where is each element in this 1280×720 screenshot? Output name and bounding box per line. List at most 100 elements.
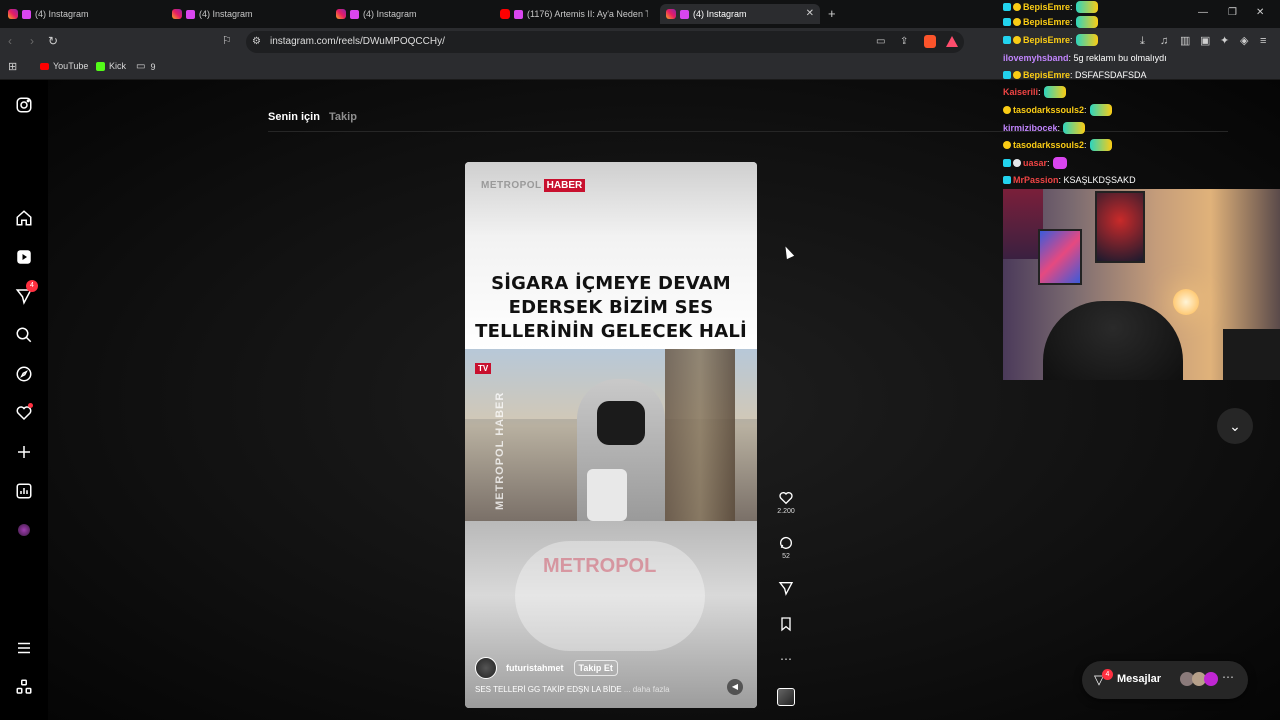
streamer-head bbox=[1043, 301, 1183, 380]
tab-for-you[interactable]: Senin için bbox=[268, 111, 320, 123]
browser-tab[interactable]: (1176) Artemis II: Ay'a Neden Tekrar bbox=[500, 4, 648, 24]
next-reel-chevron-down-icon[interactable]: ⌄ bbox=[1217, 408, 1253, 444]
notifications-heart-icon[interactable] bbox=[14, 403, 34, 423]
like-action[interactable]: 2.200 bbox=[776, 490, 796, 515]
profile-avatar[interactable] bbox=[14, 520, 34, 540]
reload-icon[interactable]: ↻ bbox=[48, 35, 58, 47]
reel-caption: SES TELLERİ GG TAKİP EDŞN LA BİDE ... da… bbox=[475, 685, 670, 694]
watermark-text: METROPOL HABER bbox=[494, 391, 506, 510]
microphone bbox=[587, 469, 627, 521]
more-link[interactable]: ... daha fazla bbox=[624, 685, 670, 694]
blurred-logo-text: METROPOL bbox=[543, 555, 657, 577]
chat-emote-icon bbox=[1052, 157, 1067, 169]
browser-tab[interactable]: (4) Instagram bbox=[172, 4, 322, 24]
chat-username: tasodarkssouls2 bbox=[1013, 105, 1085, 115]
search-icon[interactable] bbox=[14, 325, 34, 345]
share-icon[interactable]: ⇪ bbox=[900, 36, 908, 48]
chat-message: BepisEmre: DSFAFSDAFSDA bbox=[1003, 68, 1147, 82]
reel-title-panel: METROPOL HABER SİGARA İÇMEYE DEVAM EDERS… bbox=[465, 162, 757, 349]
bookmark-icon bbox=[781, 617, 791, 632]
chat-username: Kaiserili bbox=[1003, 87, 1039, 97]
bookmark-label: YouTube bbox=[53, 61, 89, 71]
reel-author-row: futuristahmet Takip Et bbox=[475, 657, 618, 679]
stream-chat-overlay: BepisEmre: BepisEmre: BepisEmre: ilovemy… bbox=[1003, 0, 1280, 190]
chat-message: tasodarkssouls2: bbox=[1003, 103, 1112, 117]
address-bar[interactable]: ⚙ instagram.com/reels/DWuMPOQCCHy/ ▭ ⇪ bbox=[246, 31, 964, 53]
back-arrow-icon[interactable]: ‹ bbox=[8, 35, 12, 47]
wall-poster bbox=[1095, 191, 1145, 263]
messages-button[interactable]: ▽ 4 Mesajlar ⋯ bbox=[1082, 661, 1248, 699]
tier-badge-icon bbox=[1013, 36, 1021, 44]
screen-share-icon[interactable]: ▭ bbox=[876, 36, 885, 48]
instagram-logo-icon[interactable] bbox=[14, 95, 34, 115]
brave-shield-icon[interactable] bbox=[924, 35, 936, 48]
chat-emote-icon bbox=[1089, 139, 1112, 151]
tab-group-icon bbox=[514, 9, 523, 19]
youtube-favicon-icon bbox=[500, 9, 510, 19]
tier-badge-icon bbox=[1013, 18, 1021, 26]
tab-label: (4) Instagram bbox=[35, 9, 89, 19]
more-menu-icon[interactable] bbox=[14, 638, 34, 658]
reel-video[interactable]: METROPOL HABER SİGARA İÇMEYE DEVAM EDERS… bbox=[465, 162, 757, 708]
mute-toggle-icon[interactable]: ◀ bbox=[727, 679, 743, 695]
chat-message: kirmizibocek: bbox=[1003, 121, 1086, 135]
person-face-mask bbox=[597, 401, 645, 445]
home-icon[interactable] bbox=[14, 208, 34, 228]
subscriber-badge-icon bbox=[1003, 3, 1011, 11]
tab-following[interactable]: Takip bbox=[329, 111, 357, 123]
forward-arrow-icon[interactable]: › bbox=[30, 35, 34, 47]
also-from-meta-icon[interactable] bbox=[14, 677, 34, 697]
dashboard-chart-icon[interactable] bbox=[14, 481, 34, 501]
share-action[interactable] bbox=[776, 580, 796, 598]
chat-username: BepisEmre bbox=[1023, 17, 1071, 27]
brave-rewards-icon[interactable] bbox=[946, 36, 958, 47]
site-settings-icon[interactable]: ⚙ bbox=[252, 36, 261, 48]
browser-tab[interactable]: (4) Instagram bbox=[336, 4, 486, 24]
direct-messages-icon[interactable]: 4 bbox=[14, 280, 38, 306]
tab-group-icon bbox=[186, 9, 195, 19]
wall-poster bbox=[1038, 229, 1082, 285]
bookmark-youtube[interactable]: YouTube bbox=[40, 61, 88, 71]
browser-tab-active[interactable]: (4) Instagram ✕ bbox=[660, 4, 820, 24]
chat-message: Kaiserili: bbox=[1003, 85, 1066, 99]
create-plus-icon[interactable] bbox=[14, 442, 34, 462]
bookmark-page-icon[interactable]: ⚐ bbox=[222, 35, 232, 47]
audio-thumbnail[interactable] bbox=[777, 688, 795, 706]
metropol-haber-logo: METROPOL HABER bbox=[481, 179, 586, 192]
save-action[interactable] bbox=[776, 616, 796, 634]
tree-trunk bbox=[665, 349, 735, 521]
chat-text: 5g reklamı bu olmalıydı bbox=[1073, 53, 1167, 63]
explore-compass-icon[interactable] bbox=[14, 364, 34, 384]
reel-blurred-panel: METROPOL futuristahmet Takip Et SES TELL… bbox=[465, 521, 757, 708]
new-tab-icon[interactable]: + bbox=[828, 7, 836, 20]
chat-emote-icon bbox=[1075, 34, 1098, 46]
subscriber-badge-icon bbox=[1003, 159, 1011, 167]
browser-tab[interactable]: (4) Instagram bbox=[8, 4, 158, 24]
streamer-webcam bbox=[1003, 189, 1280, 380]
bookmark-folder[interactable]: ▭ 9 bbox=[136, 61, 155, 72]
chat-username: ilovemyhsband bbox=[1003, 53, 1069, 63]
chat-emote-icon bbox=[1043, 86, 1066, 98]
tab-group-icon bbox=[350, 9, 359, 19]
close-tab-icon[interactable]: ✕ bbox=[806, 8, 814, 20]
follow-button[interactable]: Takip Et bbox=[573, 660, 618, 676]
chat-username: tasodarkssouls2 bbox=[1013, 140, 1085, 150]
tab-label: (1176) Artemis II: Ay'a Neden Tekrar bbox=[527, 9, 648, 19]
chat-username: MrPassion bbox=[1013, 175, 1059, 185]
bookmark-kick[interactable]: Kick bbox=[96, 61, 126, 71]
comment-action[interactable]: 52 bbox=[776, 535, 796, 560]
reel-headline: SİGARA İÇMEYE DEVAM EDERSEK BİZİM SES TE… bbox=[475, 273, 747, 342]
more-options-icon[interactable]: ⋯ bbox=[776, 652, 796, 666]
author-avatar[interactable] bbox=[475, 657, 497, 679]
reels-icon[interactable] bbox=[14, 247, 34, 267]
youtube-icon bbox=[40, 62, 49, 70]
chat-emote-icon bbox=[1075, 1, 1098, 13]
more-dots-icon: ⋯ bbox=[1222, 670, 1234, 684]
feed-tabs: Senin için Takip bbox=[268, 111, 357, 123]
send-icon bbox=[778, 582, 794, 596]
apps-grid-icon[interactable]: ⊞ bbox=[8, 61, 17, 73]
author-username[interactable]: futuristahmet bbox=[506, 663, 564, 673]
chat-emote-icon bbox=[1063, 122, 1086, 134]
messages-badge: 4 bbox=[1102, 669, 1113, 680]
comment-bubble-icon bbox=[780, 537, 793, 549]
